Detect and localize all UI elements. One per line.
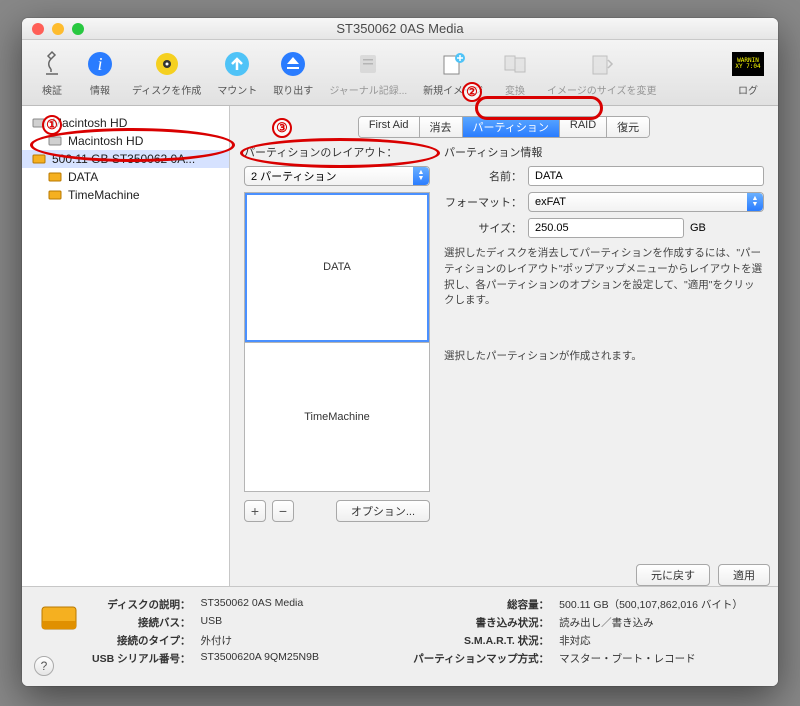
toolbar-resize: イメージのサイズを変更 [539,46,665,99]
size-label: サイズ： [444,220,522,236]
minimize-button[interactable] [52,23,64,35]
new-image-icon [437,48,469,80]
size-unit: GB [690,222,706,234]
toolbar-info[interactable]: i 情報 [76,46,124,99]
partition-map: DATA TimeMachine [244,192,430,492]
zoom-button[interactable] [72,23,84,35]
revert-button[interactable]: 元に戻す [636,564,710,586]
add-partition-button[interactable]: + [244,500,266,522]
help-text-2: 選択したパーティションが作成されます。 [444,349,764,365]
tab-restore[interactable]: 復元 [607,117,649,137]
toolbar-journal: ジャーナル記録... [321,46,415,99]
toolbar-burn[interactable]: ディスクを作成 [124,46,209,99]
disk-utility-window: ST350062 0AS Media 検証 i 情報 ディスクを作成 マウント … [22,18,778,686]
partition-cell-data[interactable]: DATA [245,193,429,343]
microscope-icon [36,48,68,80]
footer-grid: ディスクの説明：ST350062 0AS Media総容量：500.11 GB（… [92,597,762,676]
partition-cell-timemachine[interactable]: TimeMachine [245,343,429,492]
tab-partition[interactable]: パーティション [463,117,560,137]
info-icon: i [84,48,116,80]
tab-erase[interactable]: 消去 [420,117,463,137]
main-panel: First Aid 消去 パーティション RAID 復元 パーティションのレイア… [230,106,778,586]
sidebar-item-data-vol[interactable]: DATA [22,168,229,186]
toolbar-eject[interactable]: 取り出す [265,46,321,99]
toolbar-convert: 変換 [491,46,539,99]
size-input[interactable] [528,218,684,238]
toolbar-mount[interactable]: マウント [209,46,265,99]
external-disk-large-icon [38,597,80,639]
resize-icon [586,48,618,80]
hdd-icon [32,116,46,130]
window-title: ST350062 0AS Media [22,21,778,36]
tab-raid[interactable]: RAID [560,117,607,137]
popup-arrows-icon: ▲▼ [747,193,763,211]
info-heading: パーティション情報 [444,144,764,160]
burn-icon [151,48,183,80]
eject-icon [277,48,309,80]
close-button[interactable] [32,23,44,35]
apply-button[interactable]: 適用 [718,564,770,586]
external-disk-icon [48,188,62,202]
sidebar-item-external-disk[interactable]: 500.11 GB ST350062 0A... [22,150,229,168]
partition-layout-popup[interactable]: 2 パーティション ▲▼ [244,166,430,186]
options-button[interactable]: オプション... [336,500,430,522]
footer: ディスクの説明：ST350062 0AS Media総容量：500.11 GB（… [22,586,778,686]
help-text-1: 選択したディスクを消去してパーティションを作成するには、"パーティションのレイア… [444,246,764,309]
journal-icon [352,48,384,80]
help-button[interactable]: ? [34,656,54,676]
sidebar-item-timemachine-vol[interactable]: TimeMachine [22,186,229,204]
remove-partition-button[interactable]: − [272,500,294,522]
hdd-icon [48,134,62,148]
titlebar: ST350062 0AS Media [22,18,778,40]
mount-icon [221,48,253,80]
sidebar-item-macintosh-hd-disk[interactable]: Macintosh HD [22,114,229,132]
sidebar-item-macintosh-hd-vol[interactable]: Macintosh HD [22,132,229,150]
external-disk-icon [32,152,46,166]
format-label: フォーマット： [444,194,522,210]
name-label: 名前： [444,168,522,184]
toolbar-log[interactable]: WARNINXY 7:04 ログ [724,46,772,99]
tab-segmented-control: First Aid 消去 パーティション RAID 復元 [358,116,650,138]
toolbar-new-image[interactable]: 新規イメージ [415,46,491,99]
tab-first-aid[interactable]: First Aid [359,117,420,137]
convert-icon [499,48,531,80]
toolbar-verify[interactable]: 検証 [28,46,76,99]
sidebar: Macintosh HD Macintosh HD 500.11 GB ST35… [22,106,230,586]
name-input[interactable] [528,166,764,186]
toolbar: 検証 i 情報 ディスクを作成 マウント 取り出す ジャーナル記録... 新規イ… [22,40,778,106]
layout-heading: パーティションのレイアウト： [244,144,430,160]
log-icon: WARNINXY 7:04 [732,48,764,80]
format-popup[interactable]: exFAT ▲▼ [528,192,764,212]
popup-arrows-icon: ▲▼ [413,167,429,185]
external-disk-icon [48,170,62,184]
svg-text:i: i [97,54,102,74]
